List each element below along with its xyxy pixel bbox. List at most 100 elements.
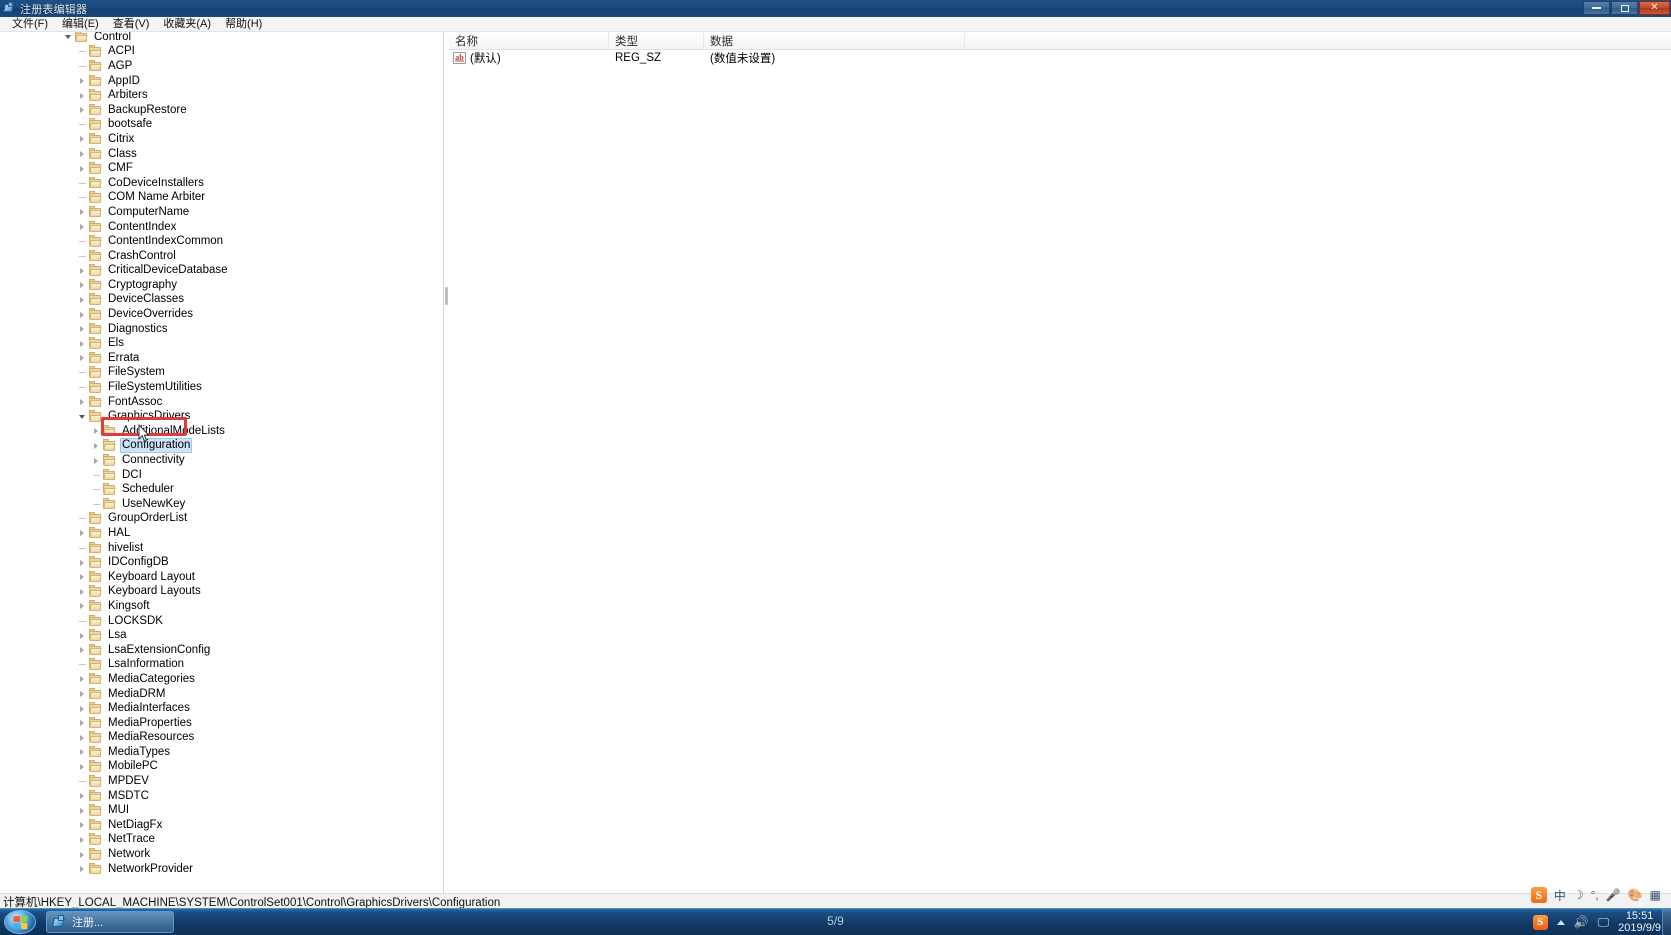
tree-item[interactable]: Network xyxy=(0,847,443,862)
tree-item[interactable]: Scheduler xyxy=(0,482,443,497)
chevron-right-icon[interactable] xyxy=(76,132,88,146)
tree-item[interactable]: Arbiters xyxy=(0,88,443,103)
chevron-right-icon[interactable] xyxy=(76,643,88,657)
microphone-icon[interactable]: 🎤 xyxy=(1606,888,1621,902)
chevron-down-icon[interactable] xyxy=(76,410,88,424)
tree-item[interactable]: ACPI xyxy=(0,45,443,60)
chevron-right-icon[interactable] xyxy=(76,629,88,643)
tree-item[interactable]: FileSystem xyxy=(0,366,443,381)
tree-item[interactable]: BackupRestore xyxy=(0,103,443,118)
chevron-right-icon[interactable] xyxy=(76,833,88,847)
menu-favorites[interactable]: 收藏夹(A) xyxy=(156,17,218,31)
ime-mode-label[interactable]: 中 xyxy=(1554,887,1566,904)
tree-item[interactable]: Diagnostics xyxy=(0,322,443,337)
tree-item[interactable]: Keyboard Layout xyxy=(0,570,443,585)
chevron-right-icon[interactable] xyxy=(76,526,88,540)
tree-item[interactable]: MSDTC xyxy=(0,789,443,804)
chevron-right-icon[interactable] xyxy=(76,205,88,219)
show-desktop-button[interactable] xyxy=(1662,909,1671,935)
tree-item[interactable]: hivelist xyxy=(0,541,443,556)
chevron-right-icon[interactable] xyxy=(76,322,88,336)
tree-item[interactable]: MediaResources xyxy=(0,731,443,746)
tree-item[interactable]: LsaExtensionConfig xyxy=(0,643,443,658)
chevron-right-icon[interactable] xyxy=(76,731,88,745)
chevron-right-icon[interactable] xyxy=(76,556,88,570)
chevron-right-icon[interactable] xyxy=(76,308,88,322)
tree-item[interactable]: DCI xyxy=(0,468,443,483)
tree-item[interactable]: Configuration xyxy=(0,438,443,454)
menu-help[interactable]: 帮助(H) xyxy=(218,17,269,31)
tree-item[interactable]: DeviceOverrides xyxy=(0,307,443,322)
tree-item[interactable]: Errata xyxy=(0,351,443,366)
chevron-right-icon[interactable] xyxy=(76,162,88,176)
tree-item[interactable]: Els xyxy=(0,336,443,351)
tree-item[interactable]: MediaDRM xyxy=(0,687,443,702)
chevron-right-icon[interactable] xyxy=(90,454,102,468)
speaker-icon[interactable]: 🔊 xyxy=(1574,915,1589,929)
tree-item[interactable]: UseNewKey xyxy=(0,497,443,512)
tree-item[interactable]: Lsa xyxy=(0,628,443,643)
tree-item[interactable]: ContentIndex xyxy=(0,220,443,235)
sogou-logo-icon[interactable]: S xyxy=(1530,887,1547,903)
menu-edit[interactable]: 编辑(E) xyxy=(55,17,106,31)
tree-item[interactable]: MobilePC xyxy=(0,760,443,775)
column-header-type[interactable]: 类型 xyxy=(609,32,704,49)
tree-item[interactable]: Connectivity xyxy=(0,453,443,468)
chevron-right-icon[interactable] xyxy=(76,74,88,88)
keyboard-icon[interactable]: °, xyxy=(1591,888,1599,902)
tree-item[interactable]: AppID xyxy=(0,74,443,89)
tree-item[interactable]: MUI xyxy=(0,803,443,818)
chevron-right-icon[interactable] xyxy=(76,672,88,686)
chevron-right-icon[interactable] xyxy=(90,424,102,438)
chevron-right-icon[interactable] xyxy=(76,818,88,832)
tree-item[interactable]: DeviceClasses xyxy=(0,293,443,308)
chevron-down-icon[interactable] xyxy=(62,32,74,44)
minimize-button[interactable] xyxy=(1583,1,1610,15)
chevron-right-icon[interactable] xyxy=(76,351,88,365)
chevron-right-icon[interactable] xyxy=(76,687,88,701)
tree-item[interactable]: Kingsoft xyxy=(0,599,443,614)
tree-item[interactable]: COM Name Arbiter xyxy=(0,191,443,206)
tree-item[interactable]: Control xyxy=(0,32,443,45)
chevron-right-icon[interactable] xyxy=(90,439,102,453)
chevron-right-icon[interactable] xyxy=(76,745,88,759)
tree-item[interactable]: MediaCategories xyxy=(0,672,443,687)
tree-item[interactable]: ComputerName xyxy=(0,205,443,220)
tree-item[interactable]: Keyboard Layouts xyxy=(0,585,443,600)
tree-item[interactable]: LOCKSDK xyxy=(0,614,443,629)
menu-file[interactable]: 文件(F) xyxy=(5,17,55,31)
monitor-icon[interactable]: 🖵 xyxy=(1598,915,1610,930)
maximize-button[interactable] xyxy=(1611,1,1638,15)
tree-item[interactable]: ContentIndexCommon xyxy=(0,234,443,249)
chevron-right-icon[interactable] xyxy=(76,147,88,161)
tree-item[interactable]: FileSystemUtilities xyxy=(0,380,443,395)
chevron-right-icon[interactable] xyxy=(76,293,88,307)
tree-item[interactable]: Class xyxy=(0,147,443,162)
tree-item[interactable]: LsaInformation xyxy=(0,658,443,673)
toolbox-icon[interactable]: ▦ xyxy=(1650,888,1661,902)
chevron-right-icon[interactable] xyxy=(76,716,88,730)
clock[interactable]: 15:51 2019/9/9 xyxy=(1618,910,1663,934)
chevron-right-icon[interactable] xyxy=(76,804,88,818)
tree-item[interactable]: AGP xyxy=(0,59,443,74)
chevron-right-icon[interactable] xyxy=(76,220,88,234)
tree-item[interactable]: MediaProperties xyxy=(0,716,443,731)
chevron-right-icon[interactable] xyxy=(76,599,88,613)
tree-item[interactable]: CoDeviceInstallers xyxy=(0,176,443,191)
tree-item[interactable]: MPDEV xyxy=(0,774,443,789)
tree-item[interactable]: MediaInterfaces xyxy=(0,701,443,716)
tree-item[interactable]: NetDiagFx xyxy=(0,818,443,833)
tree-item[interactable]: AdditionalModeLists xyxy=(0,424,443,439)
menu-view[interactable]: 查看(V) xyxy=(106,17,157,31)
chevron-right-icon[interactable] xyxy=(76,570,88,584)
tree-item[interactable]: HAL xyxy=(0,526,443,541)
chevron-right-icon[interactable] xyxy=(76,264,88,278)
tree-item[interactable]: MediaTypes xyxy=(0,745,443,760)
chevron-right-icon[interactable] xyxy=(76,103,88,117)
chevron-right-icon[interactable] xyxy=(76,89,88,103)
tree-item[interactable]: GroupOrderList xyxy=(0,512,443,527)
chevron-right-icon[interactable] xyxy=(76,585,88,599)
moon-icon[interactable]: ☽ xyxy=(1573,888,1584,902)
chevron-right-icon[interactable] xyxy=(76,395,88,409)
show-hidden-icons-icon[interactable] xyxy=(1556,919,1565,925)
